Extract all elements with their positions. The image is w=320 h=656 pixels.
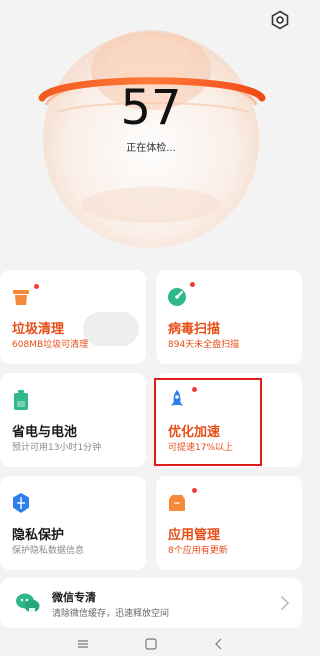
shield-scan-icon	[166, 286, 188, 308]
app-box-icon	[166, 492, 188, 514]
card-subtitle: 8个应用有更新	[168, 546, 228, 556]
privacy-shield-icon	[10, 492, 32, 514]
card-privacy[interactable]: 隐私保护 保护隐私数据信息	[0, 476, 146, 570]
card-title: 省电与电池	[12, 425, 78, 440]
settings-hexagon-icon[interactable]	[270, 10, 290, 30]
home-square-icon[interactable]	[144, 636, 158, 650]
wechat-cleaner-row[interactable]: 微信专清 清除微信缓存，迅速释放空间	[0, 578, 302, 628]
card-app-management[interactable]: 应用管理 8个应用有更新	[156, 476, 302, 570]
card-subtitle: 608MB垃圾可清理	[12, 340, 89, 350]
card-battery[interactable]: 省电与电池 预计可用13小时1分钟	[0, 373, 146, 467]
health-score: 57	[120, 80, 182, 136]
card-subtitle: 894天未全盘扫描	[168, 340, 240, 350]
check-status: 正在体检...	[126, 143, 176, 154]
card-virus-scan[interactable]: 病毒扫描 894天未全盘扫描	[156, 270, 302, 364]
card-subtitle: 预计可用13小时1分钟	[12, 443, 102, 453]
system-nav-bar	[0, 628, 302, 656]
card-junk-cleaner[interactable]: 垃圾清理 608MB垃圾可清理	[0, 270, 146, 364]
card-title: 垃圾清理	[12, 322, 65, 337]
card-subtitle: 保护隐私数据信息	[12, 546, 85, 556]
alert-dot	[190, 282, 195, 287]
card-title: 病毒扫描	[168, 322, 221, 337]
alert-dot	[192, 488, 197, 493]
decorative-blob	[83, 312, 139, 346]
alert-dot	[34, 284, 39, 289]
back-icon[interactable]	[212, 636, 226, 650]
wechat-icon	[14, 589, 42, 617]
battery-icon	[10, 389, 32, 411]
card-title: 应用管理	[168, 528, 221, 543]
menu-icon[interactable]	[76, 636, 90, 650]
wechat-title: 微信专清	[52, 591, 96, 604]
trash-icon	[10, 286, 32, 308]
health-check-hero: 57 正在体检...	[0, 0, 302, 262]
chevron-right-icon	[280, 595, 290, 611]
wechat-subtitle: 清除微信缓存，迅速释放空间	[52, 609, 170, 619]
selection-highlight	[154, 378, 262, 466]
card-title: 隐私保护	[12, 528, 65, 543]
